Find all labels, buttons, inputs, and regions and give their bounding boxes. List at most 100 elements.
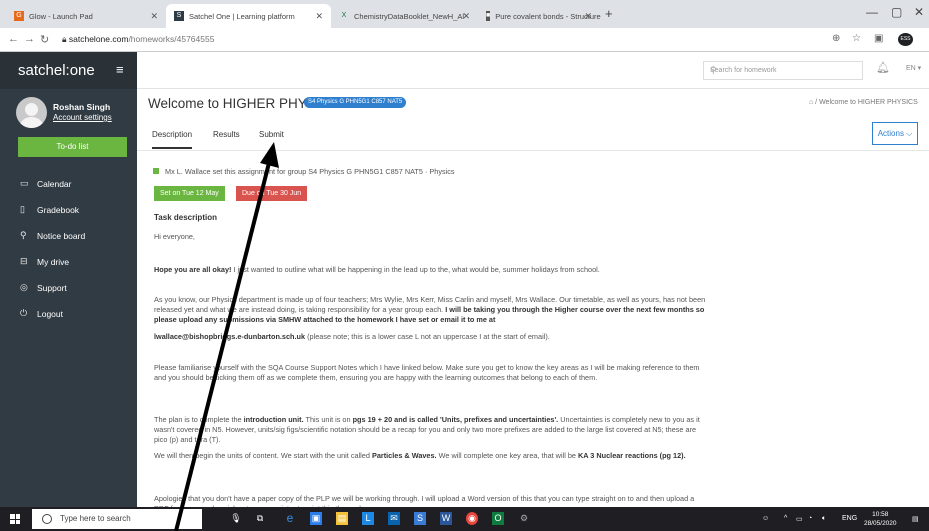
breadcrumb-current: Welcome to HIGHER PHYSICS bbox=[819, 99, 918, 106]
new-tab-button[interactable]: + bbox=[605, 6, 613, 21]
word-icon[interactable]: W bbox=[440, 512, 452, 525]
learning-app-icon[interactable]: L bbox=[362, 512, 374, 525]
paragraph-email: lwallace@bishopbriggs.e-dunbarton.sch.uk… bbox=[154, 332, 709, 342]
task-view-icon[interactable]: ⧉ bbox=[254, 512, 266, 525]
sidebar-item-notice-board[interactable]: ⚲ Notice board bbox=[20, 230, 85, 241]
drive-icon: ⊟ bbox=[20, 256, 28, 266]
back-icon[interactable]: ← bbox=[8, 33, 19, 45]
calendar-icon: ▭ bbox=[20, 178, 29, 188]
account-settings-link[interactable]: Account settings bbox=[53, 113, 112, 122]
home-icon[interactable]: ⌂ bbox=[809, 99, 813, 106]
close-icon[interactable]: ✕ bbox=[150, 11, 158, 22]
tab-description[interactable]: Description bbox=[152, 130, 193, 149]
people-icon[interactable]: ☺ bbox=[762, 515, 769, 522]
p5-bold: KA 3 Nuclear reactions (pg 12). bbox=[578, 451, 686, 460]
sidebar-item-my-drive[interactable]: ⊟ My drive bbox=[20, 256, 69, 267]
language-indicator[interactable]: ENG bbox=[842, 515, 857, 522]
volume-icon[interactable]: 🔈︎ bbox=[822, 515, 826, 523]
satchel-app-icon[interactable]: S bbox=[414, 512, 426, 525]
star-icon[interactable]: ☆ bbox=[852, 33, 861, 44]
paragraph-3: Please familiarise yourself with the SQA… bbox=[154, 363, 700, 382]
url-path: /homeworks/45764555 bbox=[128, 34, 215, 44]
excel-icon: X bbox=[341, 12, 347, 19]
tab-title: Glow - Launch Pad bbox=[29, 11, 93, 21]
tray-chevron-icon[interactable]: ^ bbox=[784, 515, 787, 522]
p4-bold: introduction unit. bbox=[243, 415, 304, 424]
taskbar-search-placeholder: Type here to search bbox=[60, 514, 131, 523]
menu-icon[interactable]: ≡ bbox=[116, 62, 124, 77]
browser-tab-covalent[interactable]: ■ Pure covalent bonds - Structure ✕ bbox=[478, 4, 601, 28]
group-badge[interactable]: S4 Physics G PHN5G1 C857 NAT5 bbox=[304, 97, 407, 108]
window-close-icon[interactable]: ✕ bbox=[914, 5, 924, 19]
edge-icon[interactable]: e bbox=[284, 512, 296, 525]
battery-icon[interactable]: ▭ bbox=[796, 515, 803, 523]
due-date-badge: Due on Tue 30 Jun bbox=[236, 186, 308, 201]
address-bar: ← → ↻ 🔒︎ satchelone.com/homeworks/457645… bbox=[0, 28, 929, 52]
gradebook-icon: ▯ bbox=[20, 204, 25, 214]
user-profile[interactable]: Roshan Singh Account settings bbox=[16, 97, 136, 132]
p4-bold: pgs 19 + 20 and is called 'Units, prefix… bbox=[352, 415, 559, 424]
settings-gear-icon[interactable]: ⚙ bbox=[518, 512, 530, 525]
mail-icon[interactable]: ✉ bbox=[388, 512, 400, 525]
file-explorer-icon[interactable]: ▤ bbox=[336, 512, 348, 525]
sidebar-item-gradebook[interactable]: ▯ Gradebook bbox=[20, 204, 79, 215]
microphone-icon[interactable]: 🎙︎ bbox=[230, 512, 242, 525]
cortana-icon bbox=[42, 514, 52, 524]
sidebar-item-label: Notice board bbox=[37, 230, 86, 241]
extension-icon[interactable]: ▣ bbox=[874, 33, 883, 44]
clock-date: 28/05/2020 bbox=[864, 520, 897, 527]
browser-tab-satchel[interactable]: S Satchel One | Learning platform ✕ bbox=[166, 4, 331, 28]
actions-button[interactable]: Actions ⌵ bbox=[872, 122, 918, 145]
taskbar-search-input[interactable]: Type here to search bbox=[32, 509, 202, 529]
close-icon[interactable]: ✕ bbox=[315, 11, 323, 22]
actions-label: Actions bbox=[877, 129, 904, 138]
profile-avatar[interactable]: ESS bbox=[898, 33, 913, 46]
sidebar: satchel:one ≡ Roshan Singh Account setti… bbox=[0, 52, 137, 507]
lock-icon: 🔒︎ bbox=[62, 34, 69, 44]
teacher-email-link[interactable]: lwallace@bishopbriggs.e-dunbarton.sch.uk bbox=[154, 332, 305, 341]
todo-list-button[interactable]: To-do list bbox=[18, 137, 127, 157]
group-color-marker bbox=[153, 168, 159, 174]
tab-submit[interactable]: Submit bbox=[259, 130, 284, 139]
system-clock[interactable]: 10:58 28/05/2020 bbox=[864, 510, 897, 528]
satchel-logo[interactable]: satchel:one bbox=[18, 62, 95, 79]
forward-icon[interactable]: → bbox=[24, 33, 35, 45]
minimize-icon[interactable]: — bbox=[866, 5, 878, 19]
browser-tab-glow[interactable]: G Glow - Launch Pad ✕ bbox=[6, 4, 166, 28]
reload-icon[interactable]: ↻ bbox=[40, 33, 49, 46]
url-field[interactable]: 🔒︎ satchelone.com/homeworks/45764555 bbox=[62, 34, 214, 45]
search-icon[interactable]: ⚲ bbox=[710, 65, 856, 76]
p1-text: I just wanted to outline what will be ha… bbox=[231, 265, 600, 274]
paragraph-2: As you know, our Physics department is m… bbox=[154, 295, 709, 325]
greeting: Hi everyone, bbox=[154, 232, 195, 241]
assignment-setter: Mx L. Wallace set this assignment for gr… bbox=[153, 167, 455, 176]
top-header: Search for homework ⚲ 🔔︎ EN ▾ bbox=[137, 52, 929, 89]
power-icon: ⏻ bbox=[20, 308, 28, 318]
tab-results[interactable]: Results bbox=[213, 130, 240, 139]
homework-search-input[interactable]: Search for homework ⚲ bbox=[703, 61, 863, 80]
email-note: (please note; this is a lower case L not… bbox=[305, 332, 550, 341]
sidebar-item-support[interactable]: ◎ Support bbox=[20, 282, 67, 293]
chrome-icon[interactable]: ◉ bbox=[466, 512, 478, 525]
p4-text: The plan is to complete the bbox=[154, 415, 244, 424]
support-icon: ◎ bbox=[20, 282, 28, 292]
bell-icon[interactable]: 🔔︎ bbox=[876, 61, 890, 74]
outlook-icon[interactable]: O bbox=[492, 512, 504, 525]
browser-tab-chemistry[interactable]: X ChemistryDataBooklet_NewH_Al ✕ bbox=[331, 4, 478, 28]
set-date-badge: Set on Tue 12 May bbox=[154, 186, 225, 201]
close-icon[interactable]: ✕ bbox=[584, 11, 592, 22]
paragraph-1: Hope you are all okay! I just wanted to … bbox=[154, 265, 709, 275]
close-icon[interactable]: ✕ bbox=[462, 11, 470, 22]
sidebar-item-logout[interactable]: ⏻ Logout bbox=[20, 308, 63, 319]
maximize-icon[interactable]: ▢ bbox=[891, 5, 902, 19]
notification-icon[interactable]: ▤ bbox=[912, 515, 919, 523]
language-select[interactable]: EN ▾ bbox=[906, 64, 921, 72]
network-icon[interactable]: ◔ bbox=[808, 515, 812, 522]
store-icon[interactable]: ▣ bbox=[310, 512, 322, 525]
zoom-icon[interactable]: ⊕ bbox=[832, 33, 840, 44]
p5-text: We will complete one key area, that will… bbox=[436, 451, 578, 460]
sidebar-item-label: Gradebook bbox=[37, 204, 80, 215]
windows-start-icon[interactable] bbox=[10, 514, 20, 524]
sidebar-item-calendar[interactable]: ▭ Calendar bbox=[20, 178, 72, 189]
breadcrumb: ⌂ / Welcome to HIGHER PHYSICS bbox=[809, 99, 918, 106]
